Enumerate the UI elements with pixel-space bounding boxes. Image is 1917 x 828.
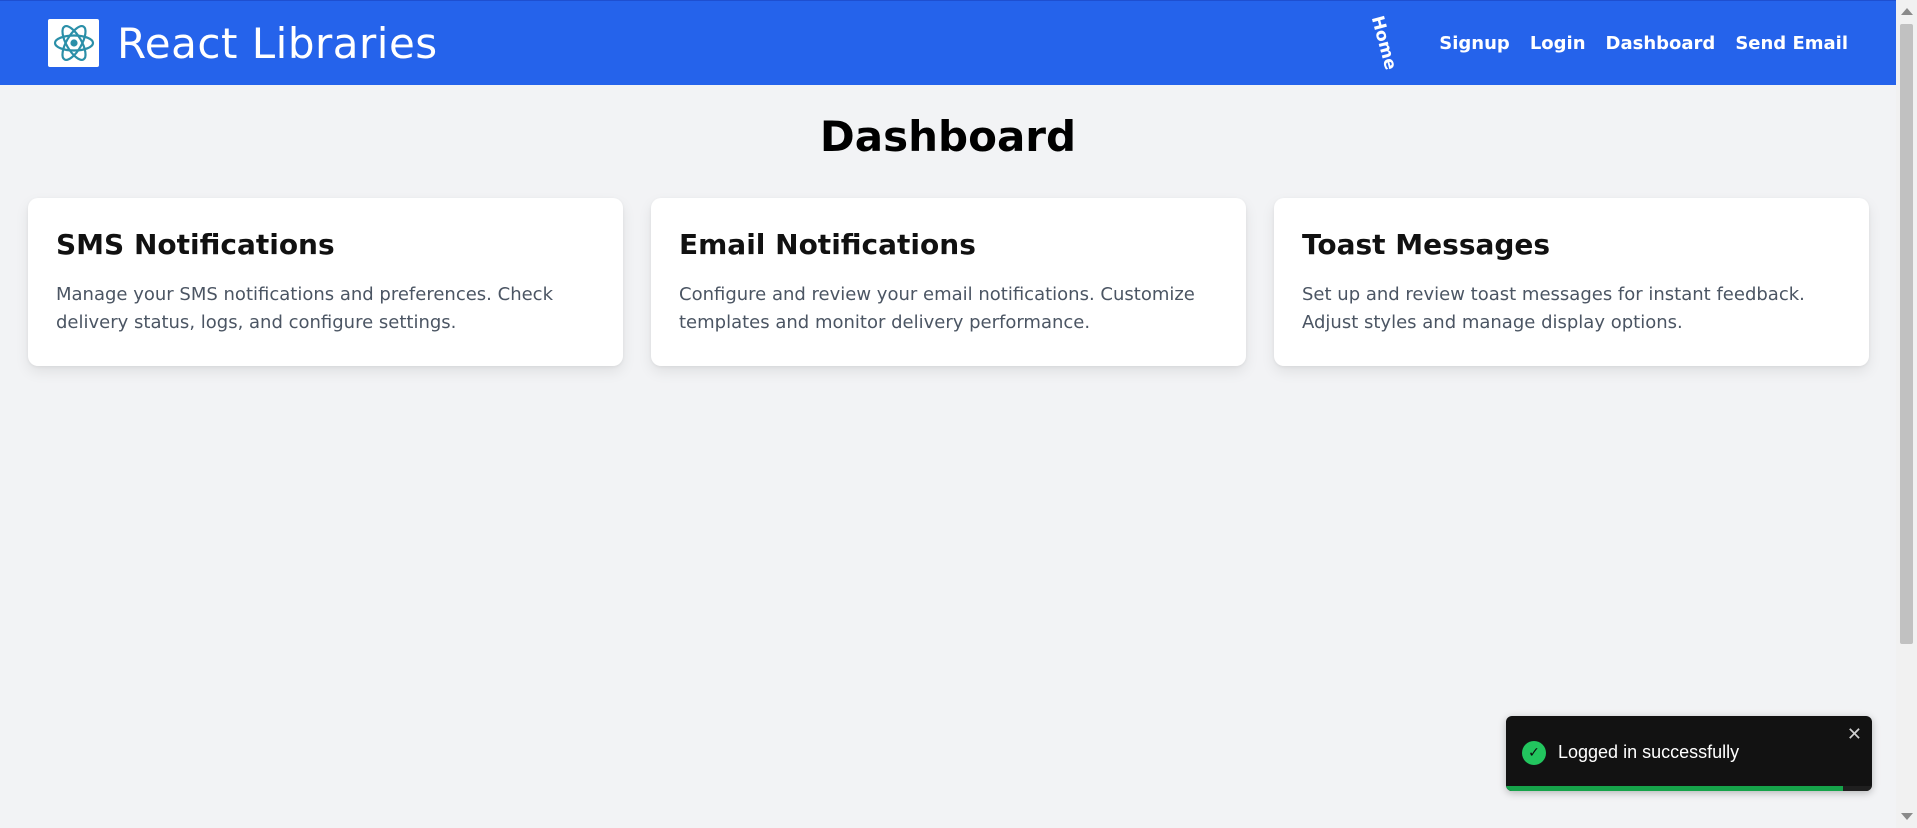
close-icon[interactable]: ✕ [1847,724,1862,745]
card-title: Email Notifications [679,228,976,261]
vertical-scrollbar[interactable] [1896,0,1917,828]
nav-link-dashboard[interactable]: Dashboard [1606,33,1716,54]
toast-message: Logged in successfully [1558,742,1740,762]
brand[interactable]: React Libraries [48,19,438,68]
card-title: SMS Notifications [56,228,335,261]
react-atom-icon [48,19,99,67]
toast-notification: ✓ Logged in successfully ✕ [1506,716,1872,791]
nav-link-home[interactable]: Home [1367,14,1401,72]
card-sms-notifications[interactable]: SMS Notifications Manage your SMS notifi… [28,198,623,366]
nav-link-signup[interactable]: Signup [1439,33,1510,54]
feature-cards: SMS Notifications Manage your SMS notifi… [28,198,1869,366]
card-toast-messages[interactable]: Toast Messages Set up and review toast m… [1274,198,1869,366]
scroll-up-arrow-icon[interactable] [1901,8,1913,15]
card-description: Manage your SMS notifications and prefer… [56,284,553,333]
nav-link-login[interactable]: Login [1530,33,1586,54]
scroll-thumb[interactable] [1900,24,1913,644]
card-description: Set up and review toast messages for ins… [1302,284,1805,333]
scroll-down-arrow-icon[interactable] [1901,813,1913,820]
brand-title: React Libraries [117,18,438,68]
check-circle-icon: ✓ [1522,741,1546,765]
card-title: Toast Messages [1302,228,1551,261]
nav-links: Home Signup Login Dashboard Send Email [1356,14,1848,72]
page-title: Dashboard [819,112,1077,161]
toast-progress-bar [1506,786,1843,791]
card-description: Configure and review your email notifica… [679,284,1195,333]
navbar: React Libraries Home Signup Login Dashbo… [0,0,1896,85]
toast-progress-track [1506,786,1872,791]
nav-link-send-email[interactable]: Send Email [1735,33,1848,54]
dashboard-page: React Libraries Home Signup Login Dashbo… [0,0,1917,828]
card-email-notifications[interactable]: Email Notifications Configure and review… [651,198,1246,366]
